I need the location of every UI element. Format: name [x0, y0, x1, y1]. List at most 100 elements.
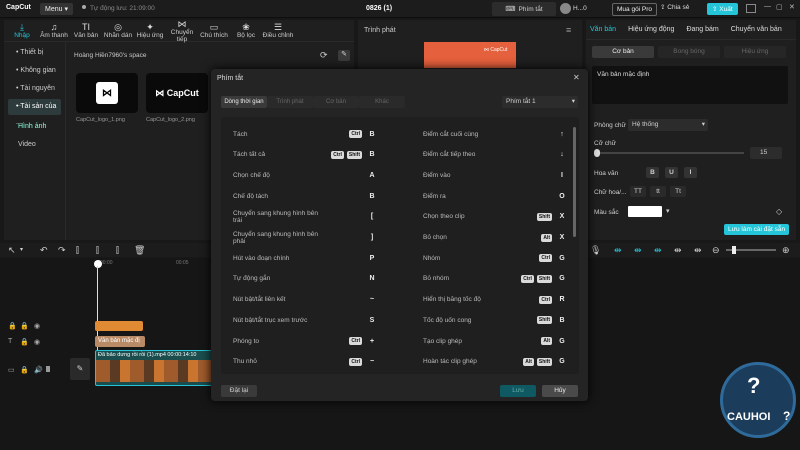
media-thumb-1[interactable]: ⋈ — [76, 73, 138, 113]
shortcut-keys[interactable]: N — [365, 275, 379, 282]
shortcut-keys[interactable]: S — [365, 317, 379, 324]
media-tab-transition[interactable]: ⋈ Chuyển tiếp — [166, 19, 198, 43]
property-tab-2[interactable]: Đang bám — [686, 26, 718, 33]
cancel-button[interactable]: Hủy — [542, 385, 578, 397]
media-tab-captions[interactable]: ▭ Chú thích — [198, 22, 230, 39]
minimize-icon[interactable]: — — [764, 3, 771, 10]
shortcut-keys[interactable]: Alt X — [541, 233, 569, 242]
shortcut-keys[interactable]: Ctrl − — [349, 357, 379, 366]
shortcut-keys[interactable]: O — [555, 193, 569, 200]
save-default-button[interactable]: Lưu làm cài đặt sẵn — [724, 224, 790, 235]
font-select[interactable]: Hệ thống ▾ — [628, 119, 708, 131]
media-tab-audio[interactable]: ♫ Âm thanh — [38, 22, 70, 39]
shortcut-row[interactable]: Chuyển sang khung hình bên trái [ — [233, 209, 379, 225]
media-tab-text[interactable]: TI Văn bản — [70, 22, 102, 39]
casing-button-2[interactable]: Tt — [670, 186, 686, 197]
shortcut-row[interactable]: Bỏ nhóm Ctrl Shift G — [423, 271, 569, 287]
linkage-icon[interactable]: ⇹ — [654, 245, 662, 255]
lock-icon[interactable]: 🔒 — [8, 322, 17, 330]
size-slider[interactable] — [594, 149, 744, 157]
shortcut-row[interactable]: Nút bật/tắt liên kết ~ — [233, 292, 379, 308]
shortcut-keys[interactable]: Alt G — [541, 337, 569, 345]
avatar[interactable] — [560, 3, 571, 14]
shortcut-row[interactable]: Điểm cắt tiếp theo ↓ — [423, 147, 569, 163]
shortcut-keys[interactable]: A — [365, 172, 379, 179]
media-tab-filters[interactable]: ❀ Bộ lọc — [230, 22, 262, 39]
audio-mute-icon[interactable]: 🔊 — [34, 366, 43, 374]
shortcut-row[interactable]: Hoàn tác clip ghép Alt Shift G — [423, 354, 569, 370]
shortcut-row[interactable]: Điểm cắt cuối cùng ↑ — [423, 126, 569, 142]
maximize-icon[interactable]: ▢ — [776, 3, 783, 11]
sidebar-item-3[interactable]: • Tài sản của ... — [8, 99, 61, 126]
zoom-slider[interactable] — [726, 246, 776, 254]
shortcuts-button[interactable]: ⌨ Phím tắt — [492, 2, 556, 16]
eye-icon[interactable]: ◉ — [34, 322, 40, 330]
redo-icon[interactable]: ↷ — [58, 245, 66, 255]
select-dropdown-icon[interactable]: ▾ — [20, 245, 23, 255]
shortcut-row[interactable]: Nút bật/tắt trục xem trước S — [233, 312, 379, 328]
sidebar-item-0[interactable]: • Thiết bị — [8, 45, 61, 61]
shortcut-keys[interactable]: ~ — [365, 296, 379, 303]
shortcut-keys[interactable]: Ctrl B — [349, 130, 379, 138]
playhead-handle[interactable] — [94, 260, 102, 268]
property-tab-1[interactable]: Hiệu ứng động — [628, 26, 674, 33]
refresh-icon[interactable]: ⟳ — [320, 50, 328, 61]
cover-edit-icon[interactable]: ✎ — [70, 358, 90, 380]
text-content-field[interactable]: Văn bản mặc định — [592, 66, 788, 104]
color-swatch[interactable] — [628, 206, 662, 217]
zoom-in-icon[interactable]: ⊕ — [782, 245, 790, 255]
edit-icon[interactable]: ✎ — [338, 50, 350, 61]
close-window-icon[interactable]: ✕ — [789, 3, 795, 11]
shortcut-keys[interactable]: Ctrl G — [539, 254, 569, 263]
lock-icon[interactable]: 🔒 — [20, 366, 29, 374]
property-subtab-0[interactable]: Cơ bản — [592, 46, 654, 58]
media-tab-sticker[interactable]: ◎ Nhãn dán — [102, 22, 134, 39]
property-tab-0[interactable]: Văn bản — [590, 26, 616, 33]
shortcut-row[interactable]: Chọn chế độ A — [233, 167, 379, 183]
shortcut-row[interactable]: Tốc độ uốn cong Shift B — [423, 312, 569, 328]
shortcut-row[interactable]: Điểm ra O — [423, 188, 569, 204]
color-chevron-icon[interactable]: ▾ — [666, 207, 670, 215]
pro-button[interactable]: Mua gói Pro — [612, 3, 658, 16]
shortcut-row[interactable]: Nhóm Ctrl G — [423, 250, 569, 266]
shortcut-keys[interactable]: I — [555, 172, 569, 179]
zoom-out-icon[interactable]: ⊖ — [712, 245, 720, 255]
shortcut-row[interactable]: Chọn theo clip Shift X — [423, 209, 569, 225]
property-tab-3[interactable]: Chuyển văn bản — [731, 26, 782, 33]
main-track-magnet-icon[interactable]: ⇹ — [614, 245, 622, 255]
dialog-tab-2[interactable]: Cơ bản — [313, 96, 359, 108]
mic-icon[interactable]: 🎙 — [590, 245, 601, 255]
preview-axis-icon[interactable]: ⇹ — [674, 245, 682, 255]
property-subtab-2[interactable]: Hiệu ứng — [724, 46, 786, 58]
split-icon[interactable]: ⫿ — [76, 245, 79, 255]
shortcut-row[interactable]: Tách tất cả Ctrl Shift B — [233, 147, 379, 163]
eye-icon[interactable]: ◉ — [34, 338, 40, 346]
sidebar-item-2[interactable]: • Tài nguyên ... — [8, 81, 61, 108]
undo-icon[interactable]: ↶ — [40, 245, 48, 255]
media-tab-effects[interactable]: ✦ Hiệu ứng — [134, 22, 166, 39]
shortcut-row[interactable]: Phóng to Ctrl + — [233, 333, 379, 349]
select-tool-icon[interactable]: ↖ — [8, 245, 16, 255]
shortcut-row[interactable]: Điểm vào I — [423, 167, 569, 183]
video-clip[interactable]: Đã bảo dưng rồi rồi (1).mp4 00:00:14:10 — [95, 350, 213, 386]
casing-button-0[interactable]: TT — [630, 186, 646, 197]
casing-button-1[interactable]: tt — [650, 186, 666, 197]
dialog-tab-3[interactable]: Khác — [359, 96, 405, 108]
preset-select[interactable]: Phím tắt 1 ▾ — [502, 96, 578, 108]
shortcut-keys[interactable]: Shift X — [536, 212, 569, 221]
auto-snap-icon[interactable]: ⇹ — [634, 245, 642, 255]
split-right-icon[interactable]: ⫿ — [116, 245, 119, 255]
player-menu-icon[interactable]: ≡ — [566, 25, 571, 35]
shortcut-keys[interactable]: P — [365, 255, 379, 262]
style-button-2[interactable]: I — [684, 167, 697, 178]
zoom-slider-handle[interactable] — [732, 246, 736, 254]
dialog-close-icon[interactable]: ✕ — [573, 73, 580, 82]
split-left-icon[interactable]: ⫿ — [96, 245, 99, 255]
layout-icon[interactable] — [746, 4, 756, 13]
shortcut-keys[interactable]: Alt Shift G — [523, 357, 569, 366]
delete-icon[interactable]: 🗑 — [134, 245, 145, 255]
media-tab-import[interactable]: ⤓ Nhập — [6, 22, 38, 39]
shortcut-row[interactable]: Chế độ tách B — [233, 188, 379, 204]
shortcut-keys[interactable]: [ — [365, 213, 379, 220]
sidebar-item-1[interactable]: • Không gian — [8, 63, 61, 79]
